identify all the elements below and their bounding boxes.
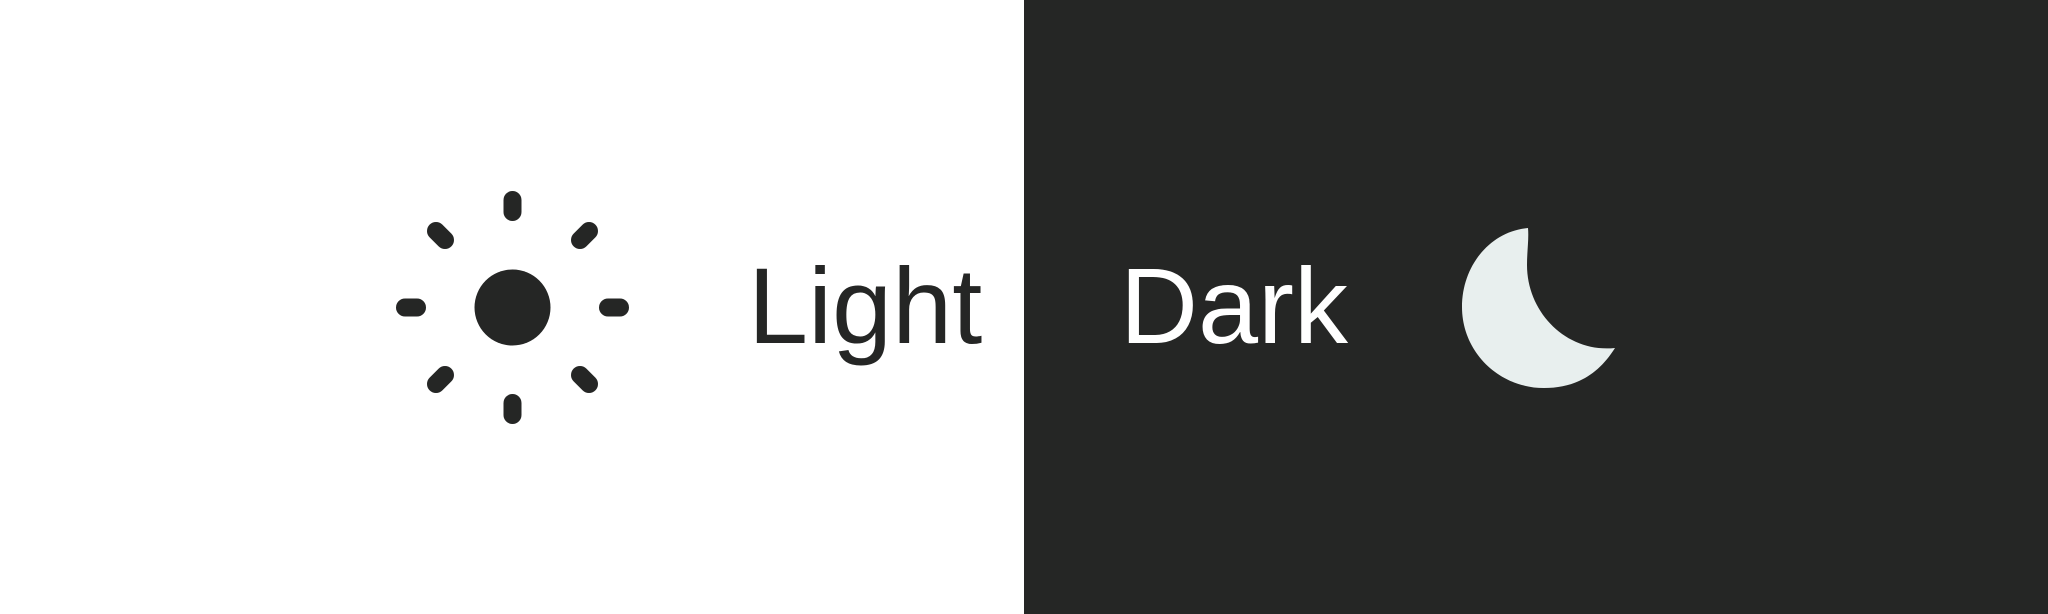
light-label: Light xyxy=(748,245,983,366)
dark-theme-option[interactable]: Dark xyxy=(1024,0,2048,614)
moon-icon xyxy=(1462,228,1615,388)
light-theme-option[interactable]: Light xyxy=(0,0,1024,614)
sun-icon xyxy=(396,191,629,424)
theme-selector: Light Dark xyxy=(0,0,2048,614)
dark-label: Dark xyxy=(1120,245,1349,366)
